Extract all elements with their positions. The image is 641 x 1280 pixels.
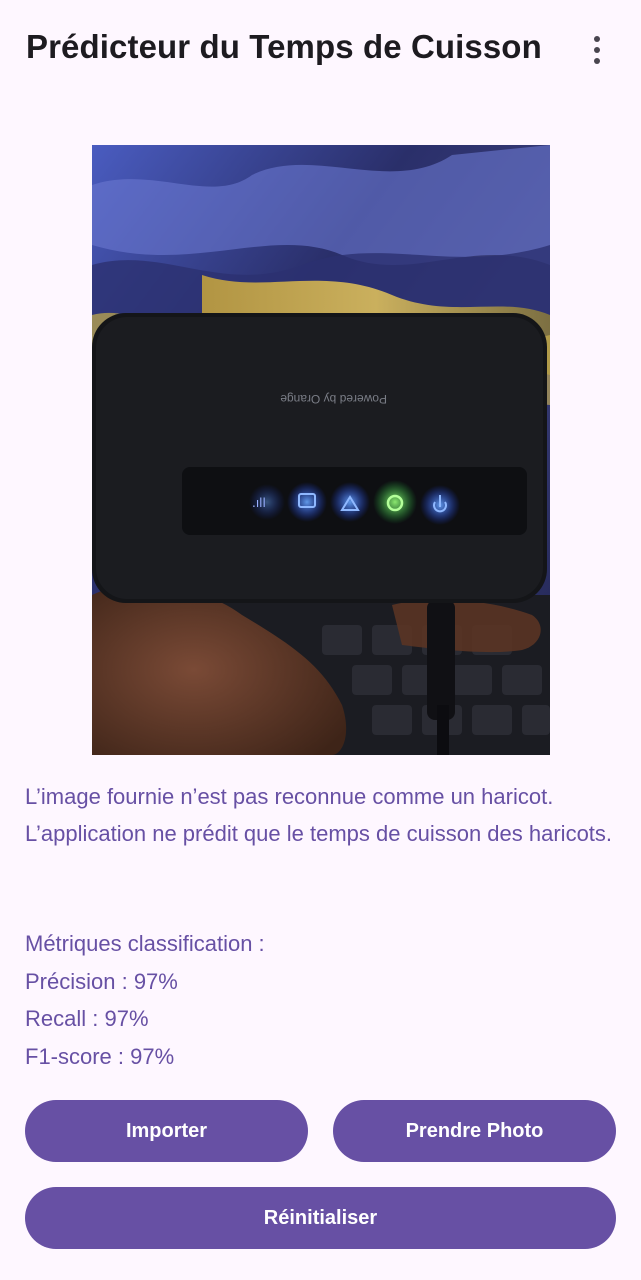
classification-metrics: Métriques classification : Précision : 9… — [25, 925, 625, 1075]
svg-text:.ıll: .ıll — [252, 496, 266, 510]
f1-score-metric: F1-score : 97% — [25, 1043, 175, 1069]
more-vert-icon[interactable] — [574, 26, 620, 74]
app-title: Prédicteur du Temps de Cuisson — [26, 28, 542, 65]
import-button[interactable]: Importer — [25, 1100, 308, 1162]
menu-dot — [594, 47, 600, 53]
photo-illustration: Powered by Orange .ıll — [92, 145, 550, 755]
menu-dot — [594, 36, 600, 42]
device-print: Powered by Orange — [280, 392, 387, 406]
reset-button[interactable]: Réinitialiser — [25, 1187, 616, 1249]
take-photo-button[interactable]: Prendre Photo — [333, 1100, 616, 1162]
prediction-message: L’image fournie n’est pas reconnue comme… — [25, 784, 613, 846]
metrics-heading: Métriques classification : — [25, 931, 265, 956]
recall-metric: Recall : 97% — [25, 1006, 149, 1031]
top-app-bar: Prédicteur du Temps de Cuisson — [0, 0, 641, 100]
selected-image: Powered by Orange .ıll — [92, 145, 550, 755]
precision-metric: Précision : 97% — [25, 968, 178, 994]
menu-dot — [594, 58, 600, 64]
